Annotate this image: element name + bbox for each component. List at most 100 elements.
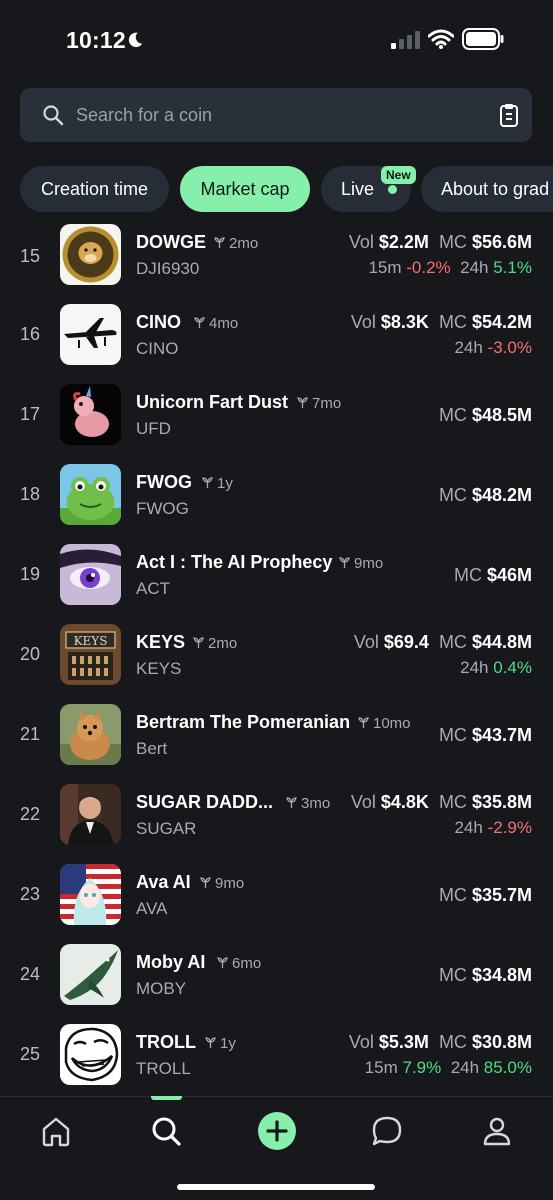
coin-row[interactable]: 15 DOWGE 2mo DJI6930 Vol $2.2M MC $56.6M… (0, 214, 553, 294)
coin-rank: 25 (20, 1044, 41, 1064)
change-24h-value: -3.0% (487, 338, 532, 357)
coin-age: 4mo (193, 315, 238, 332)
coin-changes: 15m -0.2% 24h 5.1% (368, 258, 532, 278)
coin-name: Ava AI (136, 872, 191, 892)
chip-about-to-graduate[interactable]: About to grad (421, 166, 553, 212)
profile-icon (483, 1117, 511, 1146)
search-bar[interactable] (20, 88, 532, 142)
coin-rank: 23 (20, 884, 41, 904)
coin-stats: MC $35.7M (439, 885, 532, 906)
wifi-icon (428, 29, 454, 49)
mc-label: MC (438, 312, 467, 332)
coin-stats: MC $43.7M (439, 725, 532, 746)
coin-row[interactable]: 23 Ava AI 9mo AVA MC $35.7M (0, 854, 553, 934)
coin-age-value: 3mo (301, 795, 331, 812)
nav-search[interactable] (146, 1111, 186, 1151)
coin-avatar: KEYS (60, 624, 121, 685)
chat-bubble-icon (372, 1116, 402, 1146)
search-input[interactable] (76, 88, 456, 142)
mc-label: MC (438, 965, 467, 985)
mc-value: $54.2M (471, 312, 532, 332)
coin-ticker: CINO (136, 339, 179, 358)
coin-age-value: 9mo (354, 555, 384, 572)
coin-age: 6mo (216, 955, 261, 972)
coin-row[interactable]: 25 TROLL 1y TROLL Vol $5.3M MC $30.8M 15… (0, 1014, 553, 1094)
sprout-icon (339, 557, 350, 568)
change-24h-label: 24h (460, 658, 489, 677)
coin-ticker: SUGAR (136, 819, 197, 838)
doge-coin-icon (60, 224, 121, 285)
mc-value: $44.8M (471, 632, 532, 652)
coin-name: KEYS (136, 632, 186, 652)
coin-row[interactable]: 24 Moby AI 6mo MOBY MC $34.8M (0, 934, 553, 1014)
nav-chat[interactable] (367, 1111, 407, 1151)
filter-chips: Creation time Market cap Live About to g… (0, 166, 553, 214)
coin-age: 2mo (192, 635, 237, 652)
coin-row[interactable]: 17 Unicorn Fart Dust 7mo UFD MC $48.5M (0, 374, 553, 454)
coin-avatar (60, 304, 121, 365)
status-time: 10:12 (66, 27, 126, 53)
mc-label: MC (438, 885, 467, 905)
coin-age: 1y (204, 1035, 236, 1052)
sprout-icon (217, 957, 228, 968)
sprout-icon (202, 477, 213, 488)
mc-label: MC (438, 725, 467, 745)
coin-row[interactable]: 18 FWOG 1y FWOG MC $48.2M (0, 454, 553, 534)
mc-label: MC (438, 232, 467, 252)
coin-rank: 15 (20, 246, 41, 266)
coin-stats: Vol $2.2M MC $56.6M (349, 232, 532, 253)
coin-ticker: TROLL (136, 1059, 191, 1078)
coin-rank: 22 (20, 804, 41, 824)
man-in-suit-icon (60, 784, 121, 845)
chip-market-cap[interactable]: Market cap (180, 166, 310, 212)
coin-age: 10mo (357, 715, 411, 732)
coin-row[interactable]: 16 CINO 4mo CINO Vol $8.3K MC $54.2M 24h… (0, 294, 553, 374)
coin-rank: 16 (20, 324, 41, 344)
coin-stats: MC $46M (454, 565, 532, 586)
coin-age: 9mo (338, 555, 383, 572)
coin-age: 7mo (296, 395, 341, 412)
coin-changes: 24h 0.4% (460, 658, 532, 678)
coin-row[interactable]: 21 Bertram The Pomeranian 10mo Bert MC $… (0, 694, 553, 774)
nav-home[interactable] (36, 1111, 76, 1151)
coin-rank: 20 (20, 644, 41, 664)
chip-live-label: Live (341, 178, 375, 199)
sprout-icon (286, 797, 297, 808)
change-15m-label: 15m (364, 1058, 398, 1077)
mc-label: MC (438, 792, 467, 812)
coin-ticker: UFD (136, 419, 171, 438)
coin-avatar (60, 224, 121, 285)
coin-row[interactable]: 19 Act I : The AI Prophecy 9mo ACT MC $4… (0, 534, 553, 614)
vol-label: Vol (350, 312, 376, 332)
keys-sign-icon: KEYS (60, 624, 121, 685)
change-15m-value: -0.2% (406, 258, 451, 277)
nav-profile[interactable] (477, 1111, 517, 1151)
clipboard-icon[interactable] (498, 102, 520, 128)
coin-row[interactable]: 22 SUGAR DADD... 3mo SUGAR Vol $4.8K MC … (0, 774, 553, 854)
sprout-icon (297, 397, 308, 408)
coin-age: 1y (201, 475, 233, 492)
coin-age-value: 10mo (373, 715, 411, 732)
change-24h-label: 24h (460, 258, 489, 277)
sprout-icon (193, 637, 204, 648)
coin-row[interactable]: 20 KEYS KEYS 2mo KEYS Vol $69.4 MC $44.8… (0, 614, 553, 694)
coin-stats: MC $48.2M (439, 485, 532, 506)
coin-list[interactable]: 15 DOWGE 2mo DJI6930 Vol $2.2M MC $56.6M… (0, 214, 553, 1096)
chip-creation-time[interactable]: Creation time (20, 166, 169, 212)
frog-icon (60, 464, 121, 525)
coin-age: 3mo (285, 795, 330, 812)
coin-age-value: 7mo (312, 395, 342, 412)
vol-label: Vol (348, 232, 374, 252)
nav-create[interactable] (257, 1111, 297, 1151)
coin-avatar (60, 784, 121, 845)
mc-value: $56.6M (471, 232, 532, 252)
coin-stats: MC $34.8M (439, 965, 532, 986)
mc-value: $48.2M (471, 485, 532, 505)
mc-label: MC (438, 632, 467, 652)
mc-value: $48.5M (471, 405, 532, 425)
vol-value: $2.2M (378, 232, 429, 252)
vol-label: Vol (348, 1032, 374, 1052)
change-15m-label: 15m (368, 258, 402, 277)
coin-changes: 24h -2.9% (454, 818, 532, 838)
coin-rank: 24 (20, 964, 41, 984)
